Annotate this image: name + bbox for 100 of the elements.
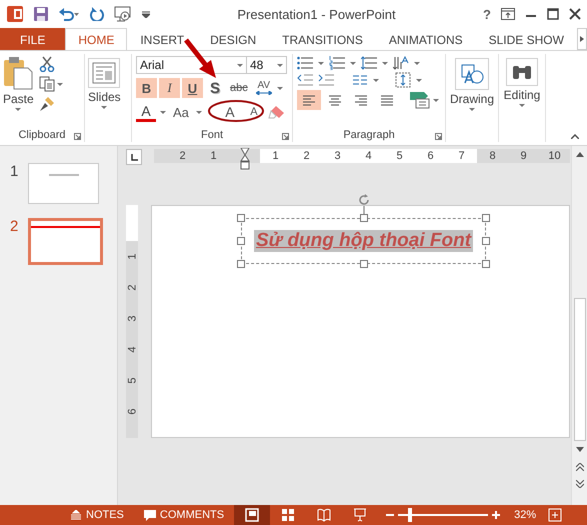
italic-button[interactable]: I bbox=[159, 78, 180, 98]
dropdown-arrow-icon[interactable] bbox=[277, 64, 283, 66]
character-spacing-button[interactable]: AV bbox=[252, 78, 275, 98]
numbering-icon[interactable] bbox=[329, 56, 345, 70]
repeat-icon[interactable] bbox=[90, 7, 104, 21]
scissors-icon[interactable] bbox=[38, 56, 55, 72]
grow-font-button[interactable]: A bbox=[220, 102, 240, 122]
ribbon-display-icon[interactable] bbox=[501, 8, 515, 20]
dropdown-arrow-icon[interactable] bbox=[414, 62, 420, 64]
dialog-launcher-icon[interactable] bbox=[435, 133, 442, 140]
dropdown-arrow-icon[interactable] bbox=[276, 86, 283, 90]
dropdown-arrow-icon[interactable] bbox=[433, 98, 439, 102]
justify-align-icon[interactable] bbox=[379, 92, 395, 108]
file-tab[interactable]: FILE bbox=[0, 28, 66, 50]
dropdown-arrow-icon[interactable] bbox=[196, 110, 202, 114]
dropdown-arrow-icon[interactable] bbox=[160, 110, 166, 114]
underline-button[interactable]: U bbox=[182, 78, 203, 98]
right-align-icon[interactable] bbox=[353, 92, 369, 108]
resize-handle[interactable] bbox=[237, 260, 245, 268]
align-text-icon[interactable] bbox=[395, 72, 411, 88]
zoom-level[interactable]: 32% bbox=[500, 509, 548, 521]
indent-marker-icon[interactable] bbox=[240, 148, 250, 170]
ruler-number: 5 bbox=[125, 376, 139, 386]
copy-icon[interactable] bbox=[38, 76, 55, 92]
fit-to-window-icon[interactable] bbox=[548, 508, 562, 522]
notes-button[interactable]: NOTES bbox=[60, 509, 134, 521]
zoom-in-icon[interactable] bbox=[492, 511, 500, 519]
collapse-ribbon-icon[interactable] bbox=[571, 134, 579, 139]
resize-handle[interactable] bbox=[237, 237, 245, 245]
save-icon[interactable] bbox=[34, 7, 48, 21]
resize-handle[interactable] bbox=[360, 260, 368, 268]
editing-button[interactable]: Editing bbox=[500, 54, 544, 142]
maximize-icon[interactable] bbox=[547, 8, 559, 20]
scroll-down-icon[interactable] bbox=[576, 447, 584, 452]
bullets-icon[interactable] bbox=[297, 56, 313, 70]
resize-handle[interactable] bbox=[482, 214, 490, 222]
ribbon-tab[interactable]: SLIDE SHOW bbox=[476, 28, 577, 50]
close-icon[interactable] bbox=[569, 8, 581, 20]
shrink-font-button[interactable]: A bbox=[244, 102, 264, 122]
rotate-handle-icon[interactable] bbox=[357, 194, 371, 214]
next-slide-icon[interactable] bbox=[576, 480, 584, 488]
scrollbar-thumb[interactable] bbox=[574, 298, 586, 441]
powerpoint-logo-icon[interactable] bbox=[6, 5, 24, 23]
ribbon-tab[interactable]: TRANSITIONS bbox=[269, 28, 376, 50]
font-name-field[interactable]: Arial bbox=[136, 56, 247, 74]
line-spacing-icon[interactable] bbox=[361, 56, 377, 70]
dialog-launcher-icon[interactable] bbox=[74, 133, 81, 140]
paste-button[interactable]: Paste bbox=[0, 54, 37, 128]
dropdown-arrow-icon[interactable] bbox=[318, 62, 324, 64]
strikethrough-button[interactable]: abc bbox=[227, 78, 251, 98]
slide-thumbnail[interactable] bbox=[28, 163, 99, 204]
resize-handle[interactable] bbox=[237, 214, 245, 222]
decrease-indent-icon[interactable] bbox=[297, 73, 313, 87]
eraser-icon[interactable] bbox=[268, 104, 286, 120]
customize-menu-icon[interactable] bbox=[142, 10, 150, 18]
format-painter-icon[interactable] bbox=[38, 96, 55, 112]
previous-slide-icon[interactable] bbox=[576, 462, 584, 470]
change-case-button[interactable]: Aa bbox=[170, 102, 192, 122]
clipboard-icon bbox=[3, 56, 34, 90]
ribbon-tab[interactable]: ANIMATIONS bbox=[376, 28, 476, 50]
resize-handle[interactable] bbox=[482, 260, 490, 268]
ribbon-tab[interactable]: DESIGN bbox=[197, 28, 270, 50]
ruler-number: 4 bbox=[353, 149, 384, 163]
resize-handle[interactable] bbox=[360, 214, 368, 222]
font-size-field[interactable]: 48 bbox=[247, 56, 287, 74]
scroll-right-icon[interactable] bbox=[580, 36, 584, 42]
help-button[interactable]: ? bbox=[483, 6, 491, 22]
align-left-button[interactable] bbox=[297, 90, 321, 110]
dropdown-arrow-icon[interactable] bbox=[350, 62, 356, 64]
resize-handle[interactable] bbox=[482, 237, 490, 245]
dropdown-arrow-icon[interactable] bbox=[373, 78, 379, 82]
presentation-icon[interactable] bbox=[114, 6, 132, 22]
tab-selector-button[interactable] bbox=[126, 149, 142, 165]
view-button[interactable] bbox=[234, 505, 270, 525]
smartart-icon[interactable] bbox=[409, 91, 431, 109]
ribbon-tab[interactable]: INSERT bbox=[127, 28, 198, 50]
dialog-launcher-icon[interactable] bbox=[282, 133, 289, 140]
tab-stop-icon[interactable] bbox=[130, 154, 138, 160]
dropdown-arrow-icon bbox=[15, 108, 22, 111]
center-align-icon[interactable] bbox=[327, 92, 343, 108]
comments-button[interactable]: COMMENTS bbox=[134, 509, 234, 521]
dropdown-arrow-icon[interactable] bbox=[416, 78, 422, 82]
increase-indent-icon[interactable] bbox=[318, 73, 334, 87]
font-color-button[interactable]: A bbox=[136, 102, 156, 122]
new-slide-button[interactable]: Slides bbox=[85, 54, 124, 142]
ribbon-tab[interactable]: HOME bbox=[65, 28, 128, 50]
shadow-button[interactable]: S bbox=[205, 78, 225, 98]
undo-icon[interactable] bbox=[58, 7, 80, 21]
dropdown-arrow-icon[interactable] bbox=[56, 82, 63, 86]
zoom-slider-thumb[interactable] bbox=[408, 508, 412, 522]
zoom-out-icon[interactable] bbox=[386, 511, 394, 519]
columns-icon[interactable] bbox=[352, 73, 368, 87]
slide-thumbnail[interactable] bbox=[28, 218, 103, 265]
text-direction-icon[interactable] bbox=[393, 56, 409, 70]
drawing-button[interactable]: Drawing bbox=[446, 54, 497, 142]
bold-button[interactable]: B bbox=[136, 78, 157, 98]
left-align-icon[interactable] bbox=[301, 92, 317, 108]
dropdown-arrow-icon[interactable] bbox=[382, 62, 388, 64]
dropdown-arrow-icon[interactable] bbox=[237, 64, 243, 66]
scroll-up-icon[interactable] bbox=[576, 152, 584, 157]
